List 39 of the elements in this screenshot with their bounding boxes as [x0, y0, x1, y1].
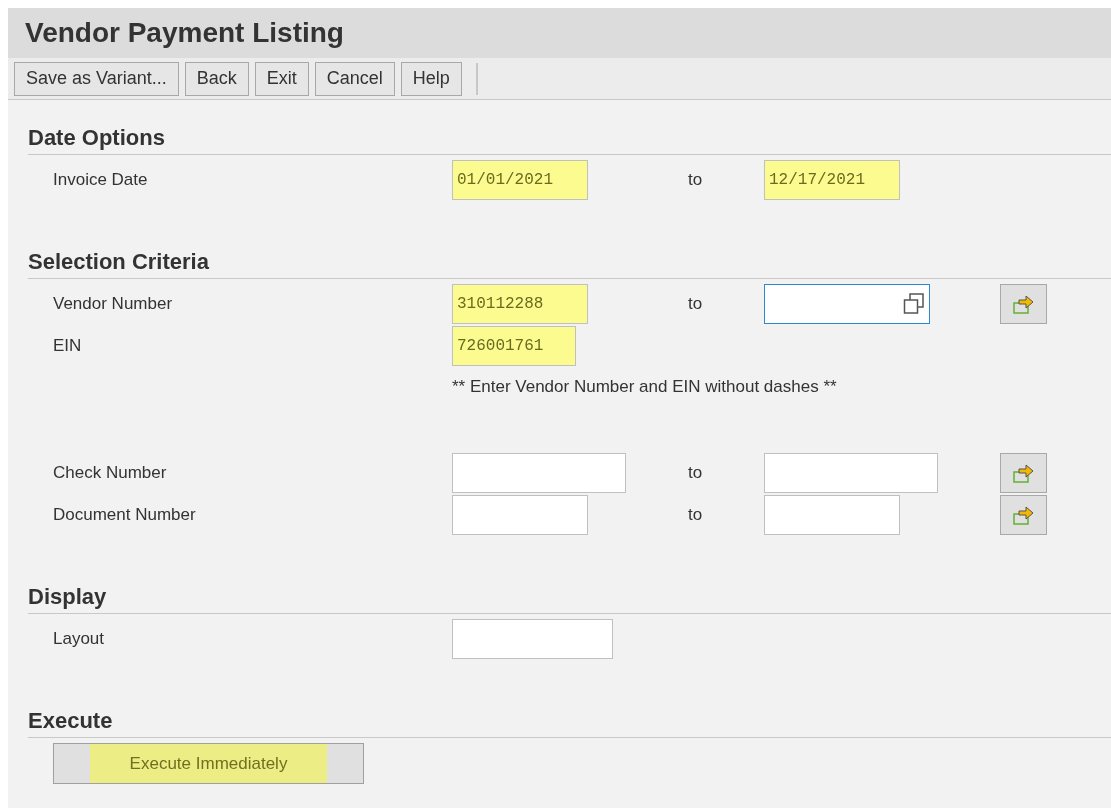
input-field[interactable] [452, 495, 588, 535]
arrow-icon [1011, 462, 1036, 484]
toolbar-button[interactable]: Back [184, 61, 249, 96]
multiple-selection-button[interactable] [1000, 284, 1047, 324]
section-heading: Execute [28, 708, 1111, 738]
input-field[interactable]: 01/01/2021 [452, 160, 588, 200]
field-label: Layout [53, 629, 105, 649]
range-label: to [688, 505, 703, 525]
execute-button[interactable]: Execute Immediately [53, 743, 364, 784]
toolbar-button[interactable]: Save as Variant... [14, 61, 179, 96]
range-label: to [688, 463, 703, 483]
multiple-selection-button[interactable] [1000, 453, 1047, 493]
input-field[interactable]: 12/17/2021 [764, 160, 900, 200]
input-field[interactable] [764, 453, 938, 493]
page-title: Vendor Payment Listing [25, 17, 344, 49]
range-label: to [688, 294, 703, 314]
range-label: to [688, 170, 703, 190]
multiple-selection-button[interactable] [1000, 495, 1047, 535]
input-field[interactable]: 726001761 [452, 326, 576, 366]
arrow-icon [1011, 293, 1036, 315]
input-field[interactable] [764, 284, 930, 324]
input-field[interactable]: 310112288 [452, 284, 588, 324]
field-label: Check Number [53, 463, 167, 483]
field-label: Invoice Date [53, 170, 148, 190]
input-field[interactable] [452, 453, 626, 493]
hint-text: ** Enter Vendor Number and EIN without dashes ** [452, 377, 837, 397]
field-label: EIN [53, 336, 82, 356]
section-heading: Date Options [28, 125, 1111, 155]
toolbar-button[interactable]: Help [400, 61, 462, 96]
arrow-icon [1011, 504, 1036, 526]
input-field[interactable] [764, 495, 900, 535]
field-label: Document Number [53, 505, 196, 525]
squares-icon [903, 293, 925, 315]
toolbar-button[interactable]: Cancel [314, 61, 395, 96]
section-heading: Display [28, 584, 1111, 614]
input-field[interactable] [452, 619, 613, 659]
section-heading: Selection Criteria [28, 249, 1111, 279]
field-label: Vendor Number [53, 294, 173, 314]
toolbar-button[interactable]: Exit [254, 61, 309, 96]
